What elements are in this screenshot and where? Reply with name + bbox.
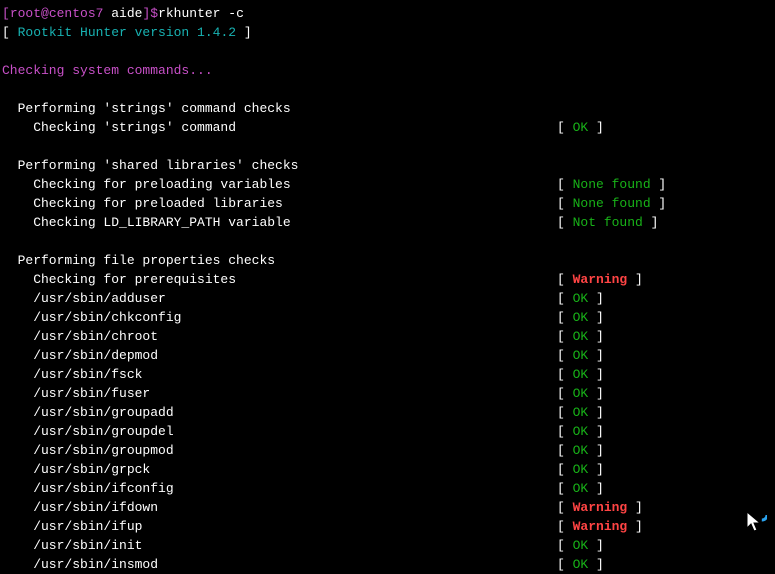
prompt-path: aide bbox=[103, 6, 142, 21]
output-status: [ Warning ] bbox=[557, 498, 643, 517]
status-value: OK bbox=[573, 291, 589, 306]
status-value: OK bbox=[573, 329, 589, 344]
status-value: OK bbox=[573, 348, 589, 363]
command-text: rkhunter -c bbox=[158, 6, 244, 21]
output-status: [ OK ] bbox=[557, 327, 604, 346]
output-row: Checking for preloaded libraries[ None f… bbox=[2, 194, 773, 213]
status-value: OK bbox=[573, 538, 589, 553]
output-row: Checking 'strings' command[ OK ] bbox=[2, 118, 773, 137]
output-row: /usr/sbin/adduser[ OK ] bbox=[2, 289, 773, 308]
output-status: [ OK ] bbox=[557, 346, 604, 365]
banner-text: Rootkit Hunter version 1.4.2 bbox=[18, 25, 236, 40]
output-label: /usr/sbin/ifconfig bbox=[2, 479, 557, 498]
output-row: /usr/sbin/chroot[ OK ] bbox=[2, 327, 773, 346]
section-shared-libs-title: Performing 'shared libraries' checks bbox=[2, 156, 773, 175]
status-value: Warning bbox=[573, 500, 628, 515]
output-status: [ None found ] bbox=[557, 194, 666, 213]
status-value: OK bbox=[573, 120, 589, 135]
output-row: /usr/sbin/fsck[ OK ] bbox=[2, 365, 773, 384]
blank-line bbox=[2, 80, 773, 99]
output-label: /usr/sbin/groupadd bbox=[2, 403, 557, 422]
section-strings-title: Performing 'strings' command checks bbox=[2, 99, 773, 118]
output-label: Checking LD_LIBRARY_PATH variable bbox=[2, 213, 557, 232]
output-status: [ OK ] bbox=[557, 536, 604, 555]
output-row: /usr/sbin/insmod[ OK ] bbox=[2, 555, 773, 574]
status-value: OK bbox=[573, 481, 589, 496]
output-status: [ OK ] bbox=[557, 384, 604, 403]
status-value: OK bbox=[573, 367, 589, 382]
status-value: OK bbox=[573, 557, 589, 572]
output-row: /usr/sbin/groupdel[ OK ] bbox=[2, 422, 773, 441]
output-row: /usr/sbin/depmod[ OK ] bbox=[2, 346, 773, 365]
status-value: None found bbox=[573, 196, 651, 211]
output-row: Checking LD_LIBRARY_PATH variable[ Not f… bbox=[2, 213, 773, 232]
status-value: Not found bbox=[573, 215, 643, 230]
output-status: [ OK ] bbox=[557, 441, 604, 460]
prompt-user-host: root@centos7 bbox=[10, 6, 104, 21]
status-value: OK bbox=[573, 443, 589, 458]
output-status: [ OK ] bbox=[557, 118, 604, 137]
output-row: /usr/sbin/init[ OK ] bbox=[2, 536, 773, 555]
output-label: Checking for preloaded libraries bbox=[2, 194, 557, 213]
blank-line bbox=[2, 137, 773, 156]
output-label: Checking for prerequisites bbox=[2, 270, 557, 289]
output-status: [ OK ] bbox=[557, 365, 604, 384]
prompt-line: [root@centos7 aide]$rkhunter -c bbox=[2, 4, 773, 23]
banner-line: [ Rootkit Hunter version 1.4.2 ] bbox=[2, 23, 773, 42]
prompt-dollar: $ bbox=[150, 6, 158, 21]
status-value: OK bbox=[573, 386, 589, 401]
output-label: /usr/sbin/init bbox=[2, 536, 557, 555]
section-file-props-title: Performing file properties checks bbox=[2, 251, 773, 270]
output-row: /usr/sbin/fuser[ OK ] bbox=[2, 384, 773, 403]
output-status: [ OK ] bbox=[557, 289, 604, 308]
blank-line bbox=[2, 42, 773, 61]
output-label: /usr/sbin/groupmod bbox=[2, 441, 557, 460]
output-status: [ OK ] bbox=[557, 308, 604, 327]
status-value: OK bbox=[573, 310, 589, 325]
output-row: /usr/sbin/ifup[ Warning ] bbox=[2, 517, 773, 536]
output-label: /usr/sbin/ifdown bbox=[2, 498, 557, 517]
output-label: /usr/sbin/fuser bbox=[2, 384, 557, 403]
output-label: /usr/sbin/chkconfig bbox=[2, 308, 557, 327]
output-row: /usr/sbin/ifconfig[ OK ] bbox=[2, 479, 773, 498]
output-row: /usr/sbin/groupmod[ OK ] bbox=[2, 441, 773, 460]
status-value: OK bbox=[573, 462, 589, 477]
output-label: Checking 'strings' command bbox=[2, 118, 557, 137]
output-status: [ OK ] bbox=[557, 460, 604, 479]
heading-checking-system: Checking system commands... bbox=[2, 61, 773, 80]
output-status: [ Warning ] bbox=[557, 270, 643, 289]
status-value: Warning bbox=[573, 519, 628, 534]
output-label: /usr/sbin/fsck bbox=[2, 365, 557, 384]
output-label: /usr/sbin/adduser bbox=[2, 289, 557, 308]
output-row: Checking for prerequisites[ Warning ] bbox=[2, 270, 773, 289]
output-label: /usr/sbin/insmod bbox=[2, 555, 557, 574]
output-row: Checking for preloading variables[ None … bbox=[2, 175, 773, 194]
status-value: OK bbox=[573, 424, 589, 439]
prompt-open-bracket: [ bbox=[2, 6, 10, 21]
output-row: /usr/sbin/groupadd[ OK ] bbox=[2, 403, 773, 422]
output-label: /usr/sbin/ifup bbox=[2, 517, 557, 536]
output-status: [ None found ] bbox=[557, 175, 666, 194]
mouse-cursor-icon bbox=[743, 510, 767, 534]
output-label: /usr/sbin/grpck bbox=[2, 460, 557, 479]
output-label: /usr/sbin/chroot bbox=[2, 327, 557, 346]
output-label: Checking for preloading variables bbox=[2, 175, 557, 194]
output-status: [ Warning ] bbox=[557, 517, 643, 536]
output-label: /usr/sbin/groupdel bbox=[2, 422, 557, 441]
output-row: /usr/sbin/ifdown[ Warning ] bbox=[2, 498, 773, 517]
status-value: OK bbox=[573, 405, 589, 420]
output-status: [ OK ] bbox=[557, 422, 604, 441]
output-status: [ OK ] bbox=[557, 479, 604, 498]
output-row: /usr/sbin/grpck[ OK ] bbox=[2, 460, 773, 479]
status-value: None found bbox=[573, 177, 651, 192]
blank-line bbox=[2, 232, 773, 251]
status-value: Warning bbox=[573, 272, 628, 287]
output-label: /usr/sbin/depmod bbox=[2, 346, 557, 365]
output-status: [ Not found ] bbox=[557, 213, 658, 232]
output-status: [ OK ] bbox=[557, 403, 604, 422]
output-status: [ OK ] bbox=[557, 555, 604, 574]
output-row: /usr/sbin/chkconfig[ OK ] bbox=[2, 308, 773, 327]
